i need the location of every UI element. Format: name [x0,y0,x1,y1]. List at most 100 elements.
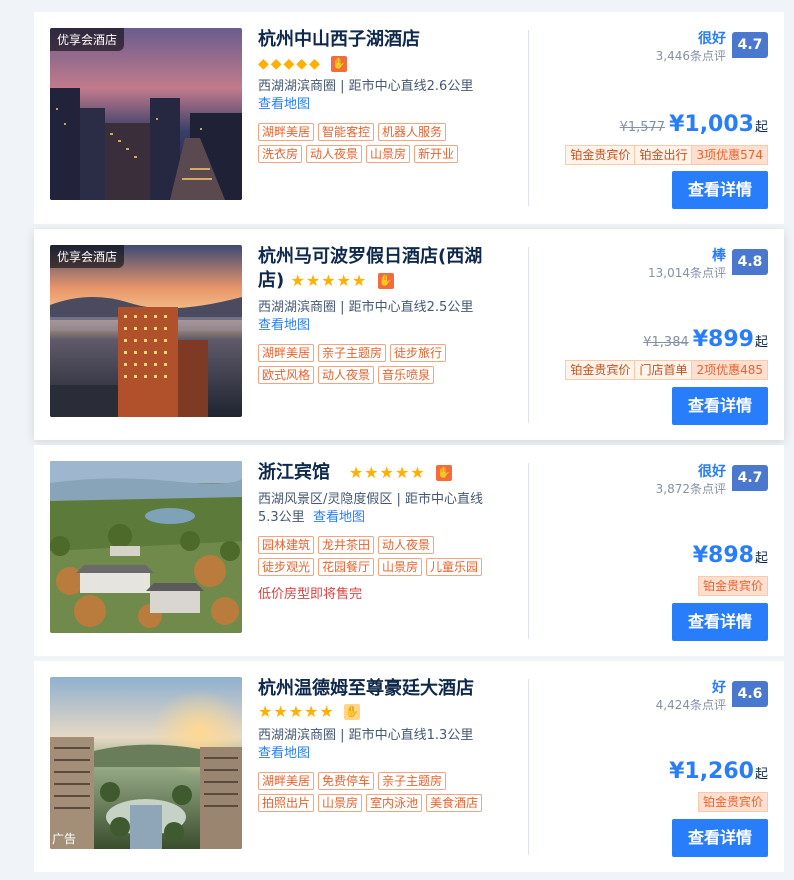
hotel-info: 浙江宾馆 ★★★★★ ✋ 西湖风景区/灵隐度假区 | 距市中心直线 5.3公里 查… [258,461,520,602]
price-suffix: 起 [754,551,768,566]
feature-tag: 山景房 [378,558,423,576]
hotel-info: 杭州中山西子湖酒店 ◆◆◆◆◆ ✋ 西湖湖滨商圈 | 距市中心直线2.6公里 查… [258,28,520,164]
view-details-button[interactable]: 查看详情 [672,171,768,209]
score-badge: 4.7 [732,32,768,58]
hotel-location: 西湖湖滨商圈 | 距市中心直线1.3公里 [258,728,474,743]
rating-area: 很好 3,446条点评 4.7 [568,28,768,68]
rating-word: 很好 [698,31,726,47]
price-suffix: 起 [754,120,768,135]
promo-tags: 铂金贵宾价 门店首单 2项优惠485 [565,360,768,380]
promo-tag: 铂金贵宾价 [697,576,768,596]
feature-tag: 湖畔美居 [258,772,315,790]
feature-tag: 动人夜景 [378,536,435,554]
member-hotel-badge: 优享会酒店 [50,245,125,268]
feature-tag: 音乐喷泉 [378,366,435,384]
view-map-link[interactable]: 查看地图 [258,96,520,114]
hotel-card-1[interactable]: 优享会酒店 杭州中山西子湖酒店 ◆◆◆◆◆ ✋ 西湖湖滨商圈 | 距市中心直线2… [34,12,784,224]
hotel-photo[interactable] [50,461,242,633]
rating-word: 好 [712,680,726,696]
score-badge: 4.8 [732,249,768,275]
price-row: ¥1,577 ¥1,003起 [620,112,768,137]
feature-tag: 徒步旅行 [390,344,447,362]
ad-label: 广告 [52,832,77,846]
hotel-info: 杭州温德姆至尊豪廷大酒店 ★★★★★ ✋ 西湖湖滨商圈 | 距市中心直线1.3公… [258,677,520,813]
rating-area: 很好 3,872条点评 4.7 [568,461,768,501]
diamond-rating-icon: ◆◆◆◆◆ [258,56,322,72]
view-details-button[interactable]: 查看详情 [672,603,768,641]
hotel-photo[interactable]: 广告 [50,677,242,849]
hotel-tags: 湖畔美居 免费停车 亲子主题房 拍照出片 山景房 室内泳池 美食酒店 [258,769,520,813]
hotel-name[interactable]: 杭州中山西子湖酒店 [258,28,520,52]
hotel-name[interactable]: 浙江宾馆 ★★★★★ ✋ [258,461,520,485]
rating-word: 很好 [698,464,726,480]
review-count[interactable]: 13,014条点评 [648,264,726,281]
hotel-tags: 湖畔美居 亲子主题房 徒步旅行 欧式风格 动人夜景 音乐喷泉 [258,341,520,385]
view-details-button[interactable]: 查看详情 [672,819,768,857]
price-suffix: 起 [754,767,768,782]
promo-tag: 铂金贵宾价 [565,145,636,165]
hotel-card-2[interactable]: 优享会酒店 杭州马可波罗假日酒店(西湖 店) ★★★★★ ✋ 西湖湖滨商圈 | 距… [34,229,784,440]
review-count[interactable]: 3,446条点评 [656,47,726,64]
feature-tag: 亲子主题房 [318,344,387,362]
promo-tags: 铂金贵宾价 铂金出行 3项优惠574 [565,145,768,165]
rating-word: 棒 [712,248,726,264]
member-hotel-badge: 优享会酒店 [50,28,125,51]
feature-tag: 山景房 [366,145,411,163]
view-map-link[interactable]: 查看地图 [313,510,365,525]
price-row: ¥1,260起 [669,759,768,784]
feature-tag: 欧式风格 [258,366,315,384]
feature-tag: 湖畔美居 [258,123,315,141]
promo-tag: 铂金贵宾价 [697,792,768,812]
hotel-card-3[interactable]: 浙江宾馆 ★★★★★ ✋ 西湖风景区/灵隐度假区 | 距市中心直线 5.3公里 查… [34,445,784,656]
current-price: ¥1,260 [669,759,754,784]
hotel-name[interactable]: 杭州马可波罗假日酒店(西湖 店) ★★★★★ ✋ [258,245,520,293]
price-suffix: 起 [754,335,768,350]
hotel-name-text[interactable]: 浙江宾馆 [258,462,330,483]
view-map-link[interactable]: 查看地图 [258,745,520,763]
feature-tag: 智能客控 [318,123,375,141]
feature-tag: 湖畔美居 [258,344,315,362]
thumbs-up-icon: ✋ [343,703,360,720]
feature-tag: 免费停车 [318,772,375,790]
hotel-location: 西湖湖滨商圈 | 距市中心直线2.6公里 [258,79,474,94]
thumbs-up-icon: ✋ [435,465,452,481]
score-badge: 4.7 [732,465,768,491]
hotel-photo[interactable]: 优享会酒店 [50,245,242,417]
feature-tag: 美食酒店 [426,794,483,812]
feature-tag: 龙井茶田 [318,536,375,554]
hotel-tags: 湖畔美居 智能客控 机器人服务 洗衣房 动人夜景 山景房 新开业 [258,120,520,164]
promo-tag: 门店首单 [635,360,693,380]
view-map-link[interactable]: 查看地图 [258,317,520,335]
low-stock-warning: 低价房型即将售完 [258,587,363,602]
star-rating-icon: ★★★★★ [348,463,426,482]
view-details-button[interactable]: 查看详情 [672,387,768,425]
review-count[interactable]: 3,872条点评 [656,480,726,497]
price-row: ¥1,384 ¥899起 [643,327,768,352]
thumbs-up-icon: ✋ [330,55,347,72]
feature-tag: 机器人服务 [378,123,447,141]
discount-tag[interactable]: 3项优惠574 [692,145,768,165]
feature-tag: 新开业 [414,145,459,163]
hotel-name[interactable]: 杭州温德姆至尊豪廷大酒店 [258,677,520,701]
feature-tag: 徒步观光 [258,558,315,576]
hotel-location: 西湖风景区/灵隐度假区 | 距市中心直线 5.3公里 查看地图 [258,492,484,525]
rating-area: 好 4,424条点评 4.6 [568,677,768,717]
star-rating-icon: ★★★★★ [290,271,368,290]
feature-tag: 花园餐厅 [318,558,375,576]
feature-tag: 拍照出片 [258,794,315,812]
review-count[interactable]: 4,424条点评 [656,696,726,713]
promo-tags: 铂金贵宾价 [697,576,768,596]
rating-area: 棒 13,014条点评 4.8 [568,245,768,285]
current-price: ¥1,003 [669,112,754,137]
hotel-photo[interactable]: 优享会酒店 [50,28,242,200]
hotel-tags: 园林建筑 龙井茶田 动人夜景 徒步观光 花园餐厅 山景房 儿童乐园 [258,533,520,577]
star-rating-icon: ★★★★★ [258,702,335,721]
current-price: ¥898 [692,543,754,568]
current-price: ¥899 [692,327,754,352]
price-row: ¥898起 [693,543,768,568]
hotel-card-4[interactable]: 广告 杭州温德姆至尊豪廷大酒店 ★★★★★ ✋ 西湖湖滨商圈 | 距市中心直线1… [34,661,784,872]
discount-tag[interactable]: 2项优惠485 [692,360,768,380]
feature-tag: 洗衣房 [258,145,303,163]
score-badge: 4.6 [732,681,768,707]
divider [528,463,529,639]
